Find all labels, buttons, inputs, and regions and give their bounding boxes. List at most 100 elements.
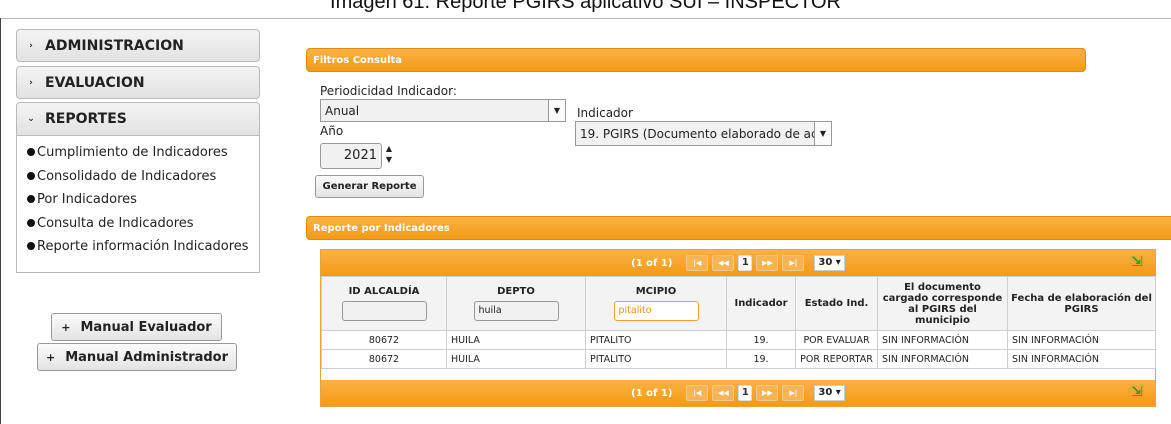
report-table: ID ALCALDÍA DEPTO huila MCIPIO pitalito In… <box>321 276 1156 369</box>
cell-documento: SIN INFORMACIÓN <box>877 330 1008 350</box>
first-page-icon[interactable]: |◀ <box>686 255 709 271</box>
cell-documento: SIN INFORMACIÓN <box>877 349 1008 369</box>
table-row[interactable]: 80672 HUILA PITALITO 19. POR EVALUAR SIN… <box>321 330 1156 350</box>
chevron-down-icon: ⌄ <box>27 114 35 124</box>
menu-item-label: Por Indicadores <box>37 192 137 207</box>
last-page-icon[interactable]: ▶| <box>782 385 805 401</box>
cell-estado: POR REPORTAR <box>795 349 878 369</box>
bullet-icon <box>27 218 35 227</box>
pager-bottom: (1 of 1) |◀ ◀◀ 1 ▶▶ ▶| 30 ▾ ⇲ <box>321 380 1155 406</box>
periodicidad-value: Anual <box>325 103 360 118</box>
page-count: (1 of 1) <box>631 257 673 269</box>
bullet-icon <box>27 148 35 156</box>
anio-value: 2021 <box>343 148 377 163</box>
col-header-depto[interactable]: DEPTO huila <box>446 276 586 331</box>
col-header-mcipio[interactable]: MCIPIO pitalito <box>585 276 727 331</box>
col-header-label: Estado Ind. <box>804 298 869 309</box>
frame-left-border <box>0 18 1 424</box>
last-page-icon[interactable]: ▶| <box>782 255 805 271</box>
menu-item-por-indicadores[interactable]: Por Indicadores <box>17 188 259 212</box>
manual-evaluador-button[interactable]: + Manual Evaluador <box>51 313 222 341</box>
chevron-right-icon: › <box>29 77 33 88</box>
cell-indicador: 19. <box>726 330 796 350</box>
menu-section-evaluacion[interactable]: › EVALUACION <box>16 66 260 99</box>
menu-item-label: Consolidado de Indicadores <box>37 168 217 184</box>
menu-section-administracion[interactable]: › ADMINISTRACION <box>16 29 260 62</box>
page-number-button[interactable]: 1 <box>738 255 753 271</box>
filter-depto-input[interactable]: huila <box>473 301 559 321</box>
plus-icon: + <box>45 350 56 364</box>
menu-item-reporte-informacion[interactable]: Reporte información Indicadores <box>17 235 259 259</box>
cell-mcipio: PITALITO <box>585 349 727 369</box>
menu-item-label: Consulta de Indicadores <box>37 215 194 231</box>
rows-per-page-value: 30 <box>818 257 833 268</box>
manual-administrador-label: Manual Administrador <box>65 349 229 365</box>
table-row[interactable]: 80672 HUILA PITALITO 19. POR REPORTAR SI… <box>321 349 1156 369</box>
cell-depto: HUILA <box>446 330 586 350</box>
reporte-header: Reporte por Indicadores <box>306 216 1171 240</box>
filter-id-input[interactable] <box>341 301 427 321</box>
cell-fecha: SIN INFORMACIÓN <box>1007 330 1156 350</box>
indicador-label: Indicador <box>577 106 633 120</box>
next-page-icon[interactable]: ▶▶ <box>756 255 779 271</box>
prev-page-icon[interactable]: ◀◀ <box>712 385 735 401</box>
col-header-indicador[interactable]: Indicador <box>726 276 796 331</box>
menu-item-consulta[interactable]: Consulta de Indicadores <box>17 212 259 236</box>
manual-evaluador-label: Manual Evaluador <box>80 319 212 335</box>
bullet-icon <box>27 171 35 180</box>
col-header-label: Fecha de elaboración del PGIRS <box>1011 292 1152 315</box>
rows-per-page-select[interactable]: 30 ▾ <box>814 255 845 271</box>
cell-estado: POR EVALUAR <box>795 330 878 350</box>
col-header-label: MCIPIO <box>635 286 677 297</box>
rows-per-page-select[interactable]: 30 ▾ <box>814 385 845 401</box>
chevron-down-icon: ▼ <box>548 100 565 121</box>
menu-item-cumplimiento[interactable]: Cumplimiento de Indicadores <box>17 141 259 165</box>
cell-id: 80672 <box>321 330 447 350</box>
indicador-select[interactable]: 19. PGIRS (Documento elaborado de ac ▼ <box>575 121 832 146</box>
menu-section-label: REPORTES <box>45 111 127 127</box>
reportes-submenu: Cumplimiento de Indicadores Consolidado … <box>16 136 260 273</box>
rows-per-page-value: 30 <box>818 387 833 398</box>
col-header-label: ID ALCALDÍA <box>348 286 420 297</box>
manual-administrador-button[interactable]: + Manual Administrador <box>37 343 237 371</box>
col-header-id[interactable]: ID ALCALDÍA <box>321 276 447 331</box>
cell-indicador: 19. <box>726 349 796 369</box>
periodicidad-select[interactable]: Anual ▼ <box>320 99 566 122</box>
filter-mcipio-input[interactable]: pitalito <box>613 301 699 321</box>
page-number-button[interactable]: 1 <box>738 385 753 401</box>
cell-fecha: SIN INFORMACIÓN <box>1007 349 1156 369</box>
anio-spinner[interactable]: 2021 <box>320 143 382 169</box>
next-page-icon[interactable]: ▶▶ <box>756 385 779 401</box>
figure-caption: Imagen 61. Reporte PGIRS aplicativo SUI … <box>330 0 841 13</box>
bullet-icon <box>27 195 35 203</box>
pager-top: (1 of 1) |◀ ◀◀ 1 ▶▶ ▶| 30 ▾ ⇲ <box>321 250 1155 276</box>
chevron-down-icon: ▼ <box>814 122 831 145</box>
col-header-documento[interactable]: El documento cargado corresponde al PGIR… <box>877 276 1008 331</box>
generar-reporte-label: Generar Reporte <box>322 181 417 192</box>
report-table-panel: (1 of 1) |◀ ◀◀ 1 ▶▶ ▶| 30 ▾ ⇲ ID ALCALDÍ… <box>320 249 1156 407</box>
first-page-icon[interactable]: |◀ <box>686 385 709 401</box>
generar-reporte-button[interactable]: Generar Reporte <box>315 175 424 198</box>
cell-mcipio: PITALITO <box>585 330 727 350</box>
col-header-fecha[interactable]: Fecha de elaboración del PGIRS <box>1007 276 1156 331</box>
filtros-header: Filtros Consulta <box>306 48 1086 72</box>
col-header-label: Indicador <box>734 298 788 309</box>
menu-section-label: EVALUACION <box>45 74 145 91</box>
bullet-icon <box>27 242 35 250</box>
export-excel-icon[interactable]: ⇲ <box>1131 384 1143 400</box>
export-excel-icon[interactable]: ⇲ <box>1131 254 1143 270</box>
page-count: (1 of 1) <box>631 387 673 399</box>
chevron-right-icon: › <box>29 40 33 51</box>
plus-icon: + <box>61 320 71 334</box>
col-header-estado[interactable]: Estado Ind. <box>795 276 878 331</box>
spinner-arrows-icon[interactable]: ▲ ▼ <box>384 143 394 165</box>
menu-item-label: Reporte información Indicadores <box>37 239 249 254</box>
indicador-value: 19. PGIRS (Documento elaborado de ac <box>580 126 818 141</box>
col-header-label: El documento cargado corresponde al PGIR… <box>882 281 1003 326</box>
cell-depto: HUILA <box>446 349 586 369</box>
col-header-label: DEPTO <box>497 286 535 297</box>
prev-page-icon[interactable]: ◀◀ <box>712 255 735 271</box>
menu-section-label: ADMINISTRACION <box>45 37 184 54</box>
menu-section-reportes[interactable]: ⌄ REPORTES <box>16 102 260 136</box>
menu-item-consolidado[interactable]: Consolidado de Indicadores <box>17 165 259 189</box>
